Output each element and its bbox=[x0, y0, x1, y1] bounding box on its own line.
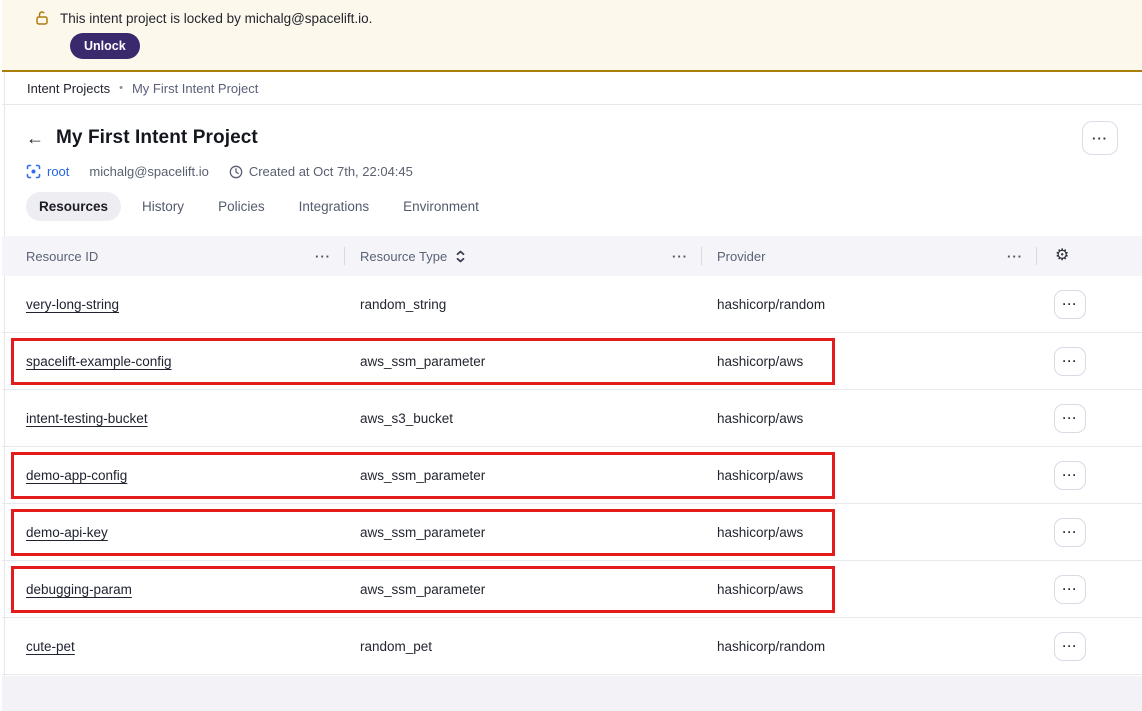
column-header-resource-type: Resource Type bbox=[345, 249, 447, 264]
row-actions-button[interactable]: ··· bbox=[1054, 290, 1086, 319]
tab-policies[interactable]: Policies bbox=[205, 192, 278, 221]
tab-environment[interactable]: Environment bbox=[390, 192, 492, 221]
ellipsis-icon: ··· bbox=[1063, 525, 1078, 539]
resource-type-cell: random_pet bbox=[360, 639, 432, 654]
provider-cell: hashicorp/aws bbox=[717, 411, 803, 426]
page-header: ← My First Intent Project ··· root micha… bbox=[2, 105, 1142, 221]
row-actions-button[interactable]: ··· bbox=[1054, 632, 1086, 661]
row-actions-button[interactable]: ··· bbox=[1054, 518, 1086, 547]
column-menu-resource-type[interactable]: ··· bbox=[672, 249, 688, 264]
provider-cell: hashicorp/aws bbox=[717, 468, 803, 483]
target-icon bbox=[26, 164, 41, 179]
table-settings-gear-icon[interactable]: ⚙ bbox=[1055, 248, 1069, 264]
tab-resources[interactable]: Resources bbox=[26, 192, 121, 221]
banner-message: This intent project is locked by michalg… bbox=[60, 11, 372, 26]
intent-project-page: This intent project is locked by michalg… bbox=[0, 0, 1142, 711]
provider-cell: hashicorp/random bbox=[717, 639, 825, 654]
breadcrumb-parent[interactable]: Intent Projects bbox=[27, 81, 110, 96]
ellipsis-icon: ··· bbox=[1063, 354, 1078, 368]
page-title: My First Intent Project bbox=[56, 127, 258, 149]
ellipsis-icon: ··· bbox=[1063, 411, 1078, 425]
resource-id-link[interactable]: very-long-string bbox=[26, 297, 119, 312]
footer-area bbox=[2, 676, 1142, 711]
row-actions-button[interactable]: ··· bbox=[1054, 461, 1086, 490]
locked-banner: This intent project is locked by michalg… bbox=[2, 0, 1142, 72]
provider-cell: hashicorp/random bbox=[717, 297, 825, 312]
back-button[interactable]: ← bbox=[26, 129, 44, 147]
ellipsis-icon: ··· bbox=[1063, 639, 1078, 653]
provider-cell: hashicorp/aws bbox=[717, 582, 803, 597]
page-actions-button[interactable]: ··· bbox=[1082, 121, 1118, 155]
resource-type-cell: aws_s3_bucket bbox=[360, 411, 453, 426]
resource-id-link[interactable]: debugging-param bbox=[26, 582, 132, 597]
resource-type-cell: aws_ssm_parameter bbox=[360, 582, 485, 597]
breadcrumb: Intent Projects • My First Intent Projec… bbox=[2, 72, 1142, 105]
column-menu-provider[interactable]: ··· bbox=[1007, 249, 1023, 264]
row-actions-button[interactable]: ··· bbox=[1054, 347, 1086, 376]
clock-icon bbox=[229, 165, 243, 179]
table-row: demo-app-config aws_ssm_parameter hashic… bbox=[2, 447, 1142, 504]
ellipsis-icon: ··· bbox=[1092, 131, 1108, 146]
table-row: very-long-string random_string hashicorp… bbox=[2, 276, 1142, 333]
row-actions-button[interactable]: ··· bbox=[1054, 575, 1086, 604]
unlock-button[interactable]: Unlock bbox=[70, 33, 140, 59]
resource-id-link[interactable]: intent-testing-bucket bbox=[26, 411, 148, 426]
column-header-provider: Provider bbox=[702, 249, 765, 264]
resources-table: Resource ID ··· Resource Type ··· Provid… bbox=[2, 236, 1142, 675]
tab-bar: Resources History Policies IntegrationsEnvi… bbox=[26, 192, 1118, 221]
breadcrumb-separator: • bbox=[119, 82, 123, 94]
resource-type-cell: aws_ssm_parameter bbox=[360, 525, 485, 540]
tab-history[interactable]: History bbox=[129, 192, 197, 221]
table-row: spacelift-example-config aws_ssm_paramet… bbox=[2, 333, 1142, 390]
provider-cell: hashicorp/aws bbox=[717, 525, 803, 540]
ellipsis-icon: ··· bbox=[1063, 582, 1078, 596]
resource-id-link[interactable]: spacelift-example-config bbox=[26, 354, 172, 369]
table-row: demo-api-key aws_ssm_parameter hashicorp… bbox=[2, 504, 1142, 561]
lock-open-icon bbox=[34, 10, 50, 26]
tab-integrations[interactable]: Integrations bbox=[286, 192, 383, 221]
column-header-resource-id: Resource ID bbox=[2, 249, 98, 264]
resource-id-link[interactable]: demo-app-config bbox=[26, 468, 127, 483]
ellipsis-icon: ··· bbox=[1063, 297, 1078, 311]
resource-type-cell: random_string bbox=[360, 297, 446, 312]
resource-type-cell: aws_ssm_parameter bbox=[360, 468, 485, 483]
ellipsis-icon: ··· bbox=[1063, 468, 1078, 482]
table-row: intent-testing-bucket aws_s3_bucket hash… bbox=[2, 390, 1142, 447]
provider-cell: hashicorp/aws bbox=[717, 354, 803, 369]
row-actions-button[interactable]: ··· bbox=[1054, 404, 1086, 433]
resource-type-cell: aws_ssm_parameter bbox=[360, 354, 485, 369]
table-row: cute-pet random_pet hashicorp/random ··· bbox=[2, 618, 1142, 675]
table-header: Resource ID ··· Resource Type ··· Provid… bbox=[2, 236, 1142, 276]
table-body: very-long-string random_string hashicorp… bbox=[2, 276, 1142, 675]
table-row: debugging-param aws_ssm_parameter hashic… bbox=[2, 561, 1142, 618]
created-at-label: Created at Oct 7th, 22:04:45 bbox=[249, 164, 413, 179]
owner-label: michalg@spacelift.io bbox=[89, 164, 208, 179]
space-link[interactable]: root bbox=[47, 164, 69, 179]
breadcrumb-current: My First Intent Project bbox=[132, 81, 258, 96]
resource-id-link[interactable]: cute-pet bbox=[26, 639, 75, 654]
resource-id-link[interactable]: demo-api-key bbox=[26, 525, 108, 540]
sort-icon[interactable] bbox=[455, 250, 466, 263]
column-menu-resource-id[interactable]: ··· bbox=[315, 249, 331, 264]
